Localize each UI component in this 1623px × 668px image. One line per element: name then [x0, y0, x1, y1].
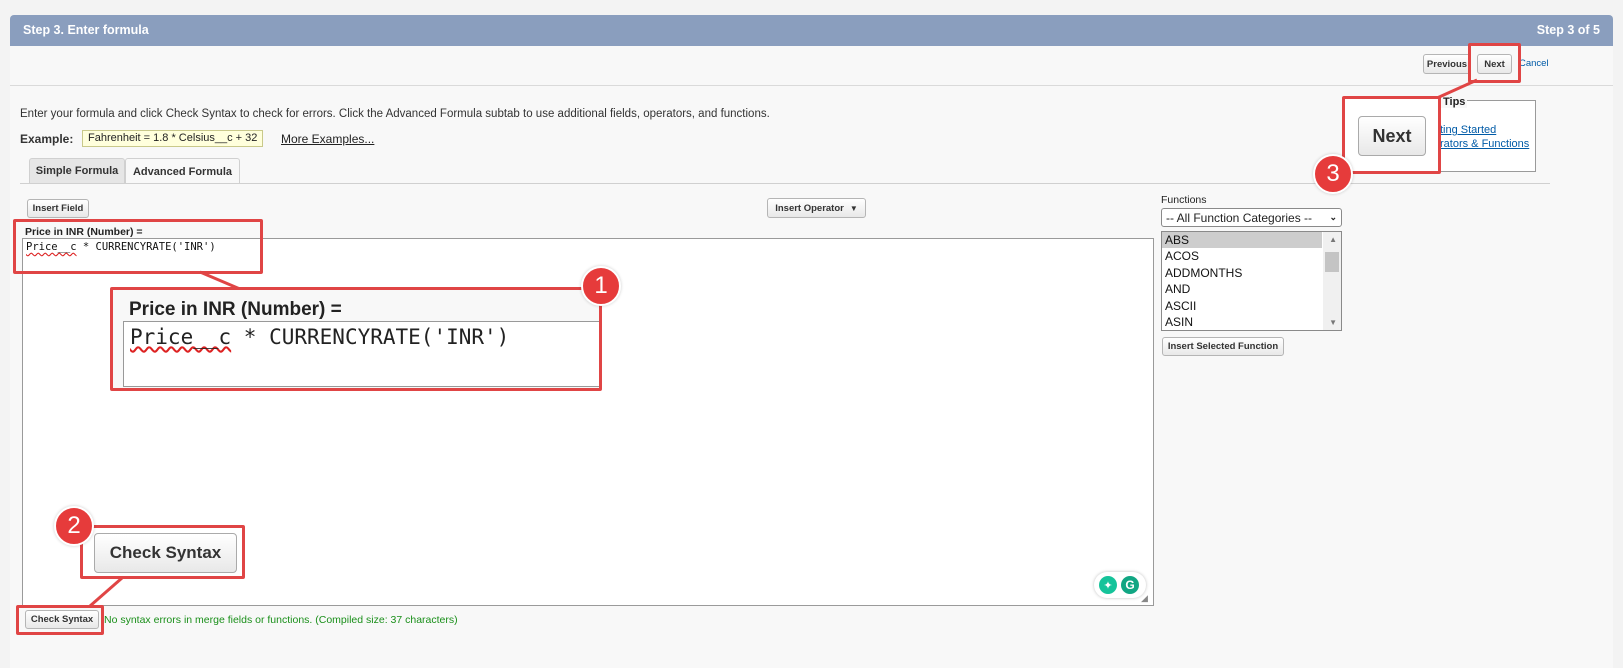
callout-3-source-box	[1468, 43, 1521, 83]
callout-badge-1: 1	[581, 266, 621, 306]
callout-2-zoom-border	[80, 525, 245, 579]
callout-2-source-box	[16, 605, 104, 635]
callout-badge-2: 2	[54, 506, 94, 546]
callout-1-zoom-border	[110, 287, 602, 391]
callout-badge-3: 3	[1313, 154, 1353, 194]
callout-3-zoom-border	[1342, 96, 1441, 174]
